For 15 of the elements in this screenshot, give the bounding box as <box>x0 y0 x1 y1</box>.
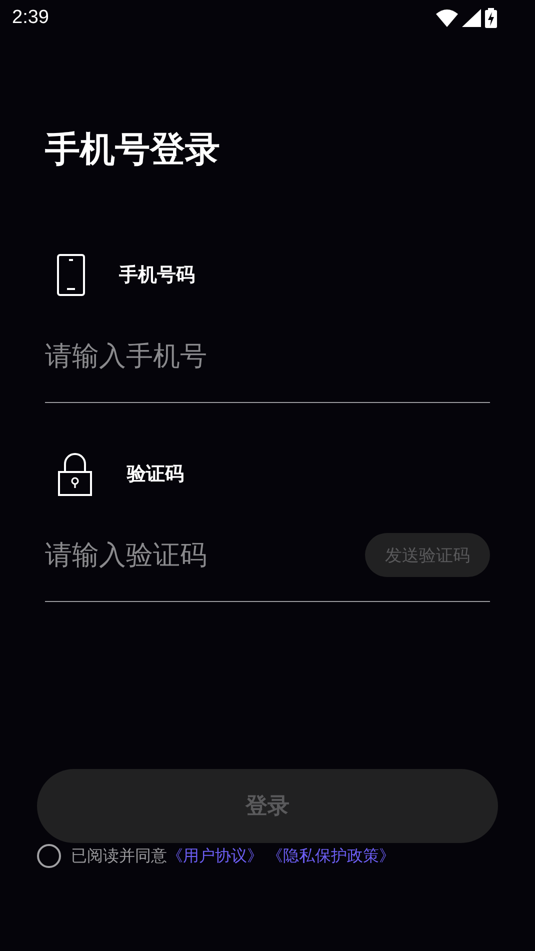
agreement-text: 已阅读并同意 <box>71 846 167 866</box>
policy-link[interactable]: 《隐私保护政策》 <box>267 846 395 866</box>
field-label: 手机号码 <box>119 263 195 288</box>
battery-icon <box>485 8 497 28</box>
field-label: 验证码 <box>127 462 184 487</box>
status-time: 2:39 <box>12 7 49 29</box>
agree-checkbox[interactable] <box>37 844 61 868</box>
phone-icon <box>57 254 85 296</box>
signal-icon <box>462 9 481 27</box>
wifi-icon <box>436 9 458 27</box>
lock-icon <box>57 452 93 496</box>
page-title: 手机号登录 <box>45 129 221 172</box>
policy-link[interactable]: 《用户协议》 <box>167 846 263 866</box>
input-field[interactable]: 请输入手机号 <box>45 340 490 372</box>
input-field[interactable]: 请输入验证码 <box>45 540 365 570</box>
